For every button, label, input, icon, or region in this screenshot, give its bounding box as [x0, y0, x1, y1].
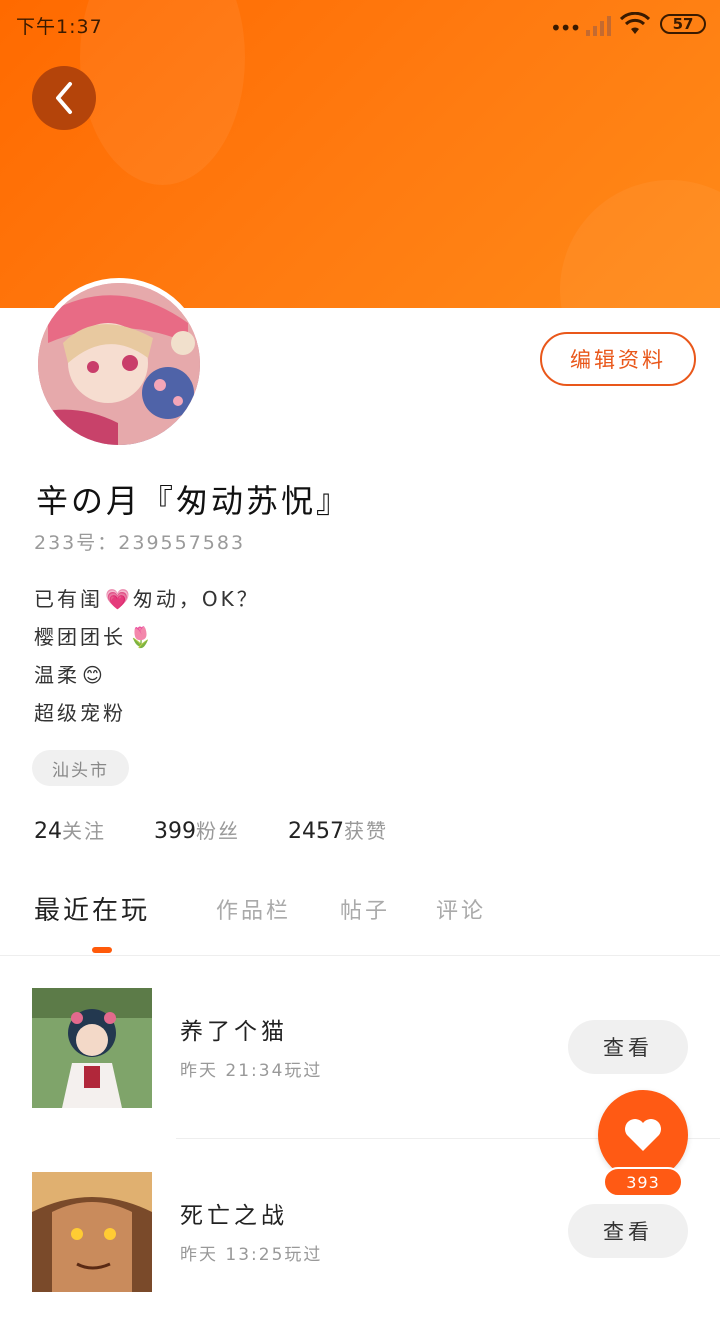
smile-emoji-icon: 😊 [82, 663, 106, 687]
game-thumbnail [32, 1172, 152, 1292]
edit-profile-button[interactable]: 编辑资料 [540, 332, 696, 386]
followers-stat[interactable]: 399 粉丝 [154, 815, 240, 844]
tab-recently-played[interactable]: 最近在玩 [34, 890, 150, 927]
avatar-illustration [38, 283, 200, 445]
profile-uid: 233号：239557583 [34, 532, 246, 554]
heart-emoji-icon: 💗 [105, 587, 133, 611]
status-bar: 下午1:37 ••• 57 [0, 0, 720, 50]
game-played-time: 昨天 13:25玩过 [180, 1245, 323, 1265]
profile-stats: 24 关注 399 粉丝 2457 获赞 [34, 815, 436, 844]
wifi-icon [620, 12, 650, 34]
bio-line: 温柔 😊 [34, 656, 260, 694]
heart-icon [625, 1119, 661, 1151]
chevron-left-icon [56, 82, 72, 114]
game-title: 死亡之战 [180, 1203, 288, 1229]
avatar-image [38, 283, 200, 445]
tab-comments[interactable]: 评论 [436, 893, 486, 925]
profile-tabs: 最近在玩 作品栏 帖子 评论 [0, 885, 720, 956]
like-count-badge: 393 [603, 1167, 683, 1197]
game-played-time: 昨天 21:34玩过 [180, 1061, 323, 1081]
likes-stat[interactable]: 2457 获赞 [288, 815, 388, 844]
avatar[interactable] [33, 278, 205, 450]
following-stat[interactable]: 24 关注 [34, 815, 106, 844]
bio-line: 樱团团长 🌷 [34, 618, 260, 656]
battery-indicator: 57 [660, 14, 706, 34]
tab-indicator [92, 947, 112, 953]
view-button[interactable]: 查看 [568, 1020, 688, 1074]
tab-posts[interactable]: 帖子 [340, 893, 390, 925]
banner-decoration [560, 180, 720, 308]
game-thumbnail [32, 988, 152, 1108]
location-tag: 汕头市 [32, 750, 129, 786]
bio-line: 超级宠粉 [34, 701, 126, 725]
signal-icon [586, 16, 611, 36]
game-title: 养了个猫 [180, 1019, 288, 1045]
bio-line: 已有闺 💗 匆动，OK？ [34, 580, 260, 618]
tab-works[interactable]: 作品栏 [216, 893, 291, 925]
back-button[interactable] [32, 66, 96, 130]
profile-name: 辛の月『匆动苏怳』 [36, 482, 352, 520]
status-time: 下午1:37 [16, 16, 103, 38]
tulip-emoji-icon: 🌷 [128, 625, 156, 649]
view-button[interactable]: 查看 [568, 1204, 688, 1258]
status-dots: ••• [550, 16, 581, 40]
profile-bio: 已有闺 💗 匆动，OK？ 樱团团长 🌷 温柔 😊 超级宠粉 [34, 580, 260, 732]
